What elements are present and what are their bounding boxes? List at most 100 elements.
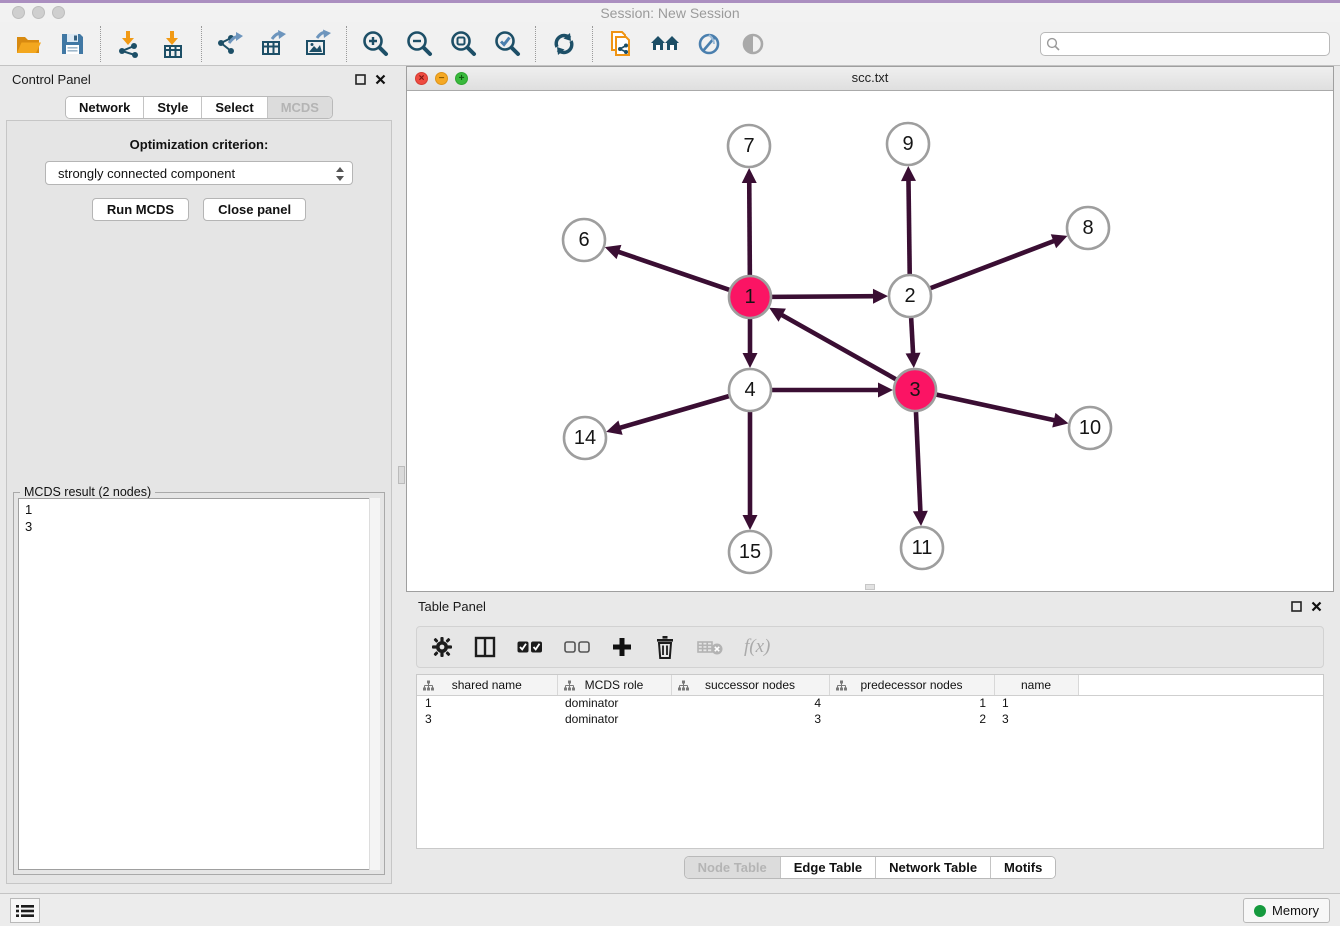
table-header-row: shared name MCDS role successor nodes pr…	[417, 675, 1323, 695]
graph-edge-2-3[interactable]	[906, 318, 921, 368]
splitter-grip[interactable]	[398, 466, 405, 484]
show-all-panels-icon[interactable]	[649, 28, 681, 60]
graph-edge-1-7[interactable]	[742, 168, 757, 275]
graph-node-4[interactable]: 4	[729, 369, 771, 411]
hide-annotations-icon[interactable]	[693, 28, 725, 60]
column-type-icon	[836, 680, 847, 694]
network-canvas[interactable]: 7 9 6 8 1 2 4 3 14 10 15 11	[407, 91, 1333, 591]
export-table-icon[interactable]	[258, 28, 290, 60]
network-view-window: × − + scc.txt 7 9 6 8 1 2 4 3 14 10 15 11	[406, 66, 1334, 592]
graph-node-3[interactable]: 3	[894, 369, 936, 411]
close-table-panel-icon[interactable]	[1311, 601, 1322, 612]
float-panel-icon[interactable]	[355, 74, 366, 85]
titlebar: Session: New Session	[0, 3, 1340, 22]
graph-node-15[interactable]: 15	[729, 531, 771, 573]
import-table-icon[interactable]	[157, 28, 189, 60]
graph-node-1[interactable]: 1	[729, 276, 771, 318]
canvas-resize-grip[interactable]	[865, 584, 875, 590]
svg-text:6: 6	[578, 229, 589, 251]
export-network-icon[interactable]	[214, 28, 246, 60]
column-header-name[interactable]: name	[994, 675, 1078, 695]
tab-motifs[interactable]: Motifs	[991, 857, 1055, 878]
graph-edge-1-6[interactable]	[605, 245, 729, 290]
open-session-icon[interactable]	[12, 28, 44, 60]
close-panel-icon[interactable]	[375, 74, 386, 85]
tab-edge-table[interactable]: Edge Table	[781, 857, 876, 878]
result-line: 1	[25, 501, 373, 518]
zoom-fit-icon[interactable]	[447, 28, 479, 60]
svg-text:7: 7	[743, 135, 754, 157]
close-panel-button[interactable]: Close panel	[203, 198, 306, 221]
graph-edge-2-8[interactable]	[931, 234, 1068, 288]
show-graphics-details-icon[interactable]	[737, 28, 769, 60]
create-column-icon[interactable]	[611, 636, 633, 658]
graph-edge-1-2[interactable]	[772, 289, 888, 304]
float-table-panel-icon[interactable]	[1291, 601, 1302, 612]
network-view-title: scc.txt	[407, 70, 1333, 85]
graph-node-11[interactable]: 11	[901, 527, 943, 569]
column-header-successor-nodes[interactable]: successor nodes	[671, 675, 829, 695]
duplicate-network-icon[interactable]	[605, 28, 637, 60]
graph-edge-4-15[interactable]	[743, 412, 758, 530]
delete-column-icon[interactable]	[654, 635, 676, 659]
column-type-icon	[564, 680, 575, 694]
memory-button[interactable]: Memory	[1243, 898, 1330, 923]
control-panel: Control Panel Network Style Select MCDS …	[0, 66, 398, 888]
graph-edge-4-14[interactable]	[606, 396, 729, 435]
svg-text:4: 4	[744, 379, 755, 401]
result-scrollbar[interactable]	[369, 498, 380, 870]
window-title: Session: New Session	[0, 5, 1340, 21]
panel-splitter[interactable]	[398, 66, 406, 888]
tab-network[interactable]: Network	[66, 97, 144, 118]
table-row[interactable]: 3 dominator 3 2 3	[417, 711, 1323, 727]
tab-mcds[interactable]: MCDS	[268, 97, 332, 118]
graph-edge-3-11[interactable]	[913, 412, 928, 526]
graph-edge-2-9[interactable]	[901, 166, 916, 274]
table-settings-gear-icon[interactable]	[431, 636, 453, 658]
column-header-mcds-role[interactable]: MCDS role	[557, 675, 671, 695]
task-history-button[interactable]	[10, 898, 40, 923]
import-network-icon[interactable]	[113, 28, 145, 60]
graph-node-6[interactable]: 6	[563, 219, 605, 261]
unselect-all-columns-icon[interactable]	[564, 640, 590, 654]
tab-network-table[interactable]: Network Table	[876, 857, 991, 878]
status-bar: Memory	[0, 893, 1340, 926]
show-column-panel-icon[interactable]	[474, 636, 496, 658]
graph-edge-3-1[interactable]	[769, 308, 896, 379]
graph-node-14[interactable]: 14	[564, 417, 606, 459]
column-header-predecessor-nodes[interactable]: predecessor nodes	[829, 675, 994, 695]
memory-status-icon	[1254, 905, 1266, 917]
zoom-out-icon[interactable]	[403, 28, 435, 60]
save-session-icon[interactable]	[56, 28, 88, 60]
tab-node-table[interactable]: Node Table	[685, 857, 781, 878]
graph-edge-4-3[interactable]	[772, 383, 893, 398]
zoom-selected-icon[interactable]	[491, 28, 523, 60]
column-type-icon	[678, 680, 689, 694]
graph-node-10[interactable]: 10	[1069, 407, 1111, 449]
graph-node-8[interactable]: 8	[1067, 207, 1109, 249]
graph-node-7[interactable]: 7	[728, 125, 770, 167]
graph-edge-3-10[interactable]	[936, 395, 1068, 428]
mcds-result-text[interactable]: 1 3	[18, 498, 380, 870]
column-header-empty	[1078, 675, 1323, 695]
tab-select[interactable]: Select	[202, 97, 267, 118]
tab-style[interactable]: Style	[144, 97, 202, 118]
network-window-titlebar: × − + scc.txt	[407, 67, 1333, 91]
svg-text:1: 1	[744, 286, 755, 308]
column-header-shared-name[interactable]: shared name	[417, 675, 557, 695]
svg-text:8: 8	[1082, 217, 1093, 239]
apply-layout-icon[interactable]	[548, 28, 580, 60]
table-row[interactable]: 1 dominator 4 1 1	[417, 695, 1323, 711]
search-input[interactable]	[1040, 32, 1330, 56]
export-image-icon[interactable]	[302, 28, 334, 60]
graph-node-9[interactable]: 9	[887, 123, 929, 165]
zoom-in-icon[interactable]	[359, 28, 391, 60]
graph-node-2[interactable]: 2	[889, 275, 931, 317]
criterion-dropdown[interactable]: strongly connected component	[45, 161, 353, 185]
svg-text:9: 9	[902, 133, 913, 155]
select-all-columns-icon[interactable]	[517, 640, 543, 654]
graph-edge-1-4[interactable]	[743, 319, 758, 368]
run-mcds-button[interactable]: Run MCDS	[92, 198, 189, 221]
criterion-value: strongly connected component	[58, 166, 235, 181]
search-icon	[1046, 37, 1061, 57]
